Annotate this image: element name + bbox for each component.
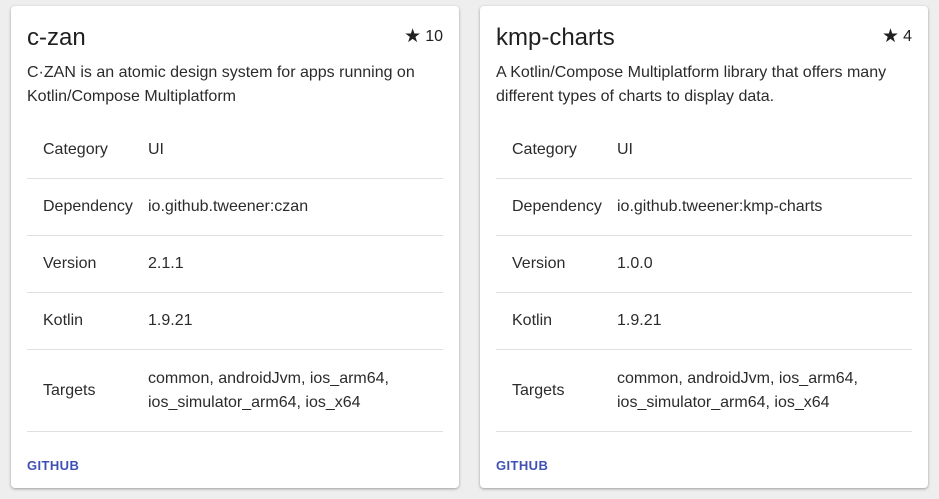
row-label: Kotlin xyxy=(512,312,553,329)
github-link[interactable]: GITHUB xyxy=(496,458,548,474)
row-value: 2.1.1 xyxy=(148,255,184,272)
library-card-kmp-charts: kmp-charts ★ 4 A Kotlin/Compose Multiplat… xyxy=(480,6,928,488)
row-label: Kotlin xyxy=(43,312,84,329)
row-value: UI xyxy=(148,141,164,158)
row-label: Targets xyxy=(512,381,565,399)
details-table: Category UI Dependency io.github.tweener… xyxy=(27,122,443,432)
row-value: 1.9.21 xyxy=(617,312,662,329)
star-icon: ★ xyxy=(882,26,900,47)
card-description: C·ZAN is an atomic design system for app… xyxy=(27,64,415,105)
row-label: Dependency xyxy=(512,198,602,215)
details-row-category: Category UI xyxy=(27,122,443,179)
star-icon: ★ xyxy=(404,26,422,47)
star-count: ★ 10 xyxy=(404,26,443,48)
row-label: Targets xyxy=(43,381,96,399)
row-label: Category xyxy=(43,141,108,158)
row-label: Version xyxy=(43,255,97,272)
row-value: common, androidJvm, ios_arm64, ios_simul… xyxy=(617,369,858,411)
library-card-czan: c-zan ★ 10 C·ZAN is an atomic design syst… xyxy=(11,6,459,488)
details-row-targets: Targets common, androidJvm, ios_arm64, i… xyxy=(496,350,912,432)
details-row-dependency: Dependency io.github.tweener:czan xyxy=(27,179,443,236)
row-label: Dependency xyxy=(43,198,133,215)
row-value: io.github.tweener:kmp-charts xyxy=(617,198,823,215)
row-value: UI xyxy=(617,141,633,158)
card-title: c-zan xyxy=(27,24,86,51)
card-header: kmp-charts ★ 4 xyxy=(496,22,912,54)
github-link[interactable]: GITHUB xyxy=(27,458,79,474)
card-header: c-zan ★ 10 xyxy=(27,22,443,54)
row-label: Version xyxy=(512,255,566,272)
card-title: kmp-charts xyxy=(496,24,615,51)
details-row-category: Category UI xyxy=(496,122,912,179)
details-row-targets: Targets common, androidJvm, ios_arm64, i… xyxy=(27,350,443,432)
star-count-value: 10 xyxy=(425,28,443,45)
details-table: Category UI Dependency io.github.tweener… xyxy=(496,122,912,432)
row-value: 1.0.0 xyxy=(617,255,653,272)
details-row-version: Version 2.1.1 xyxy=(27,236,443,293)
details-row-kotlin: Kotlin 1.9.21 xyxy=(27,293,443,350)
details-row-version: Version 1.0.0 xyxy=(496,236,912,293)
row-value: io.github.tweener:czan xyxy=(148,198,309,215)
star-count: ★ 4 xyxy=(882,26,912,48)
row-label: Category xyxy=(512,141,577,158)
details-row-kotlin: Kotlin 1.9.21 xyxy=(496,293,912,350)
row-value: common, androidJvm, ios_arm64, ios_simul… xyxy=(148,369,389,411)
card-description: A Kotlin/Compose Multiplatform library t… xyxy=(496,64,887,105)
star-count-value: 4 xyxy=(903,28,912,45)
row-value: 1.9.21 xyxy=(148,312,193,329)
details-row-dependency: Dependency io.github.tweener:kmp-charts xyxy=(496,179,912,236)
